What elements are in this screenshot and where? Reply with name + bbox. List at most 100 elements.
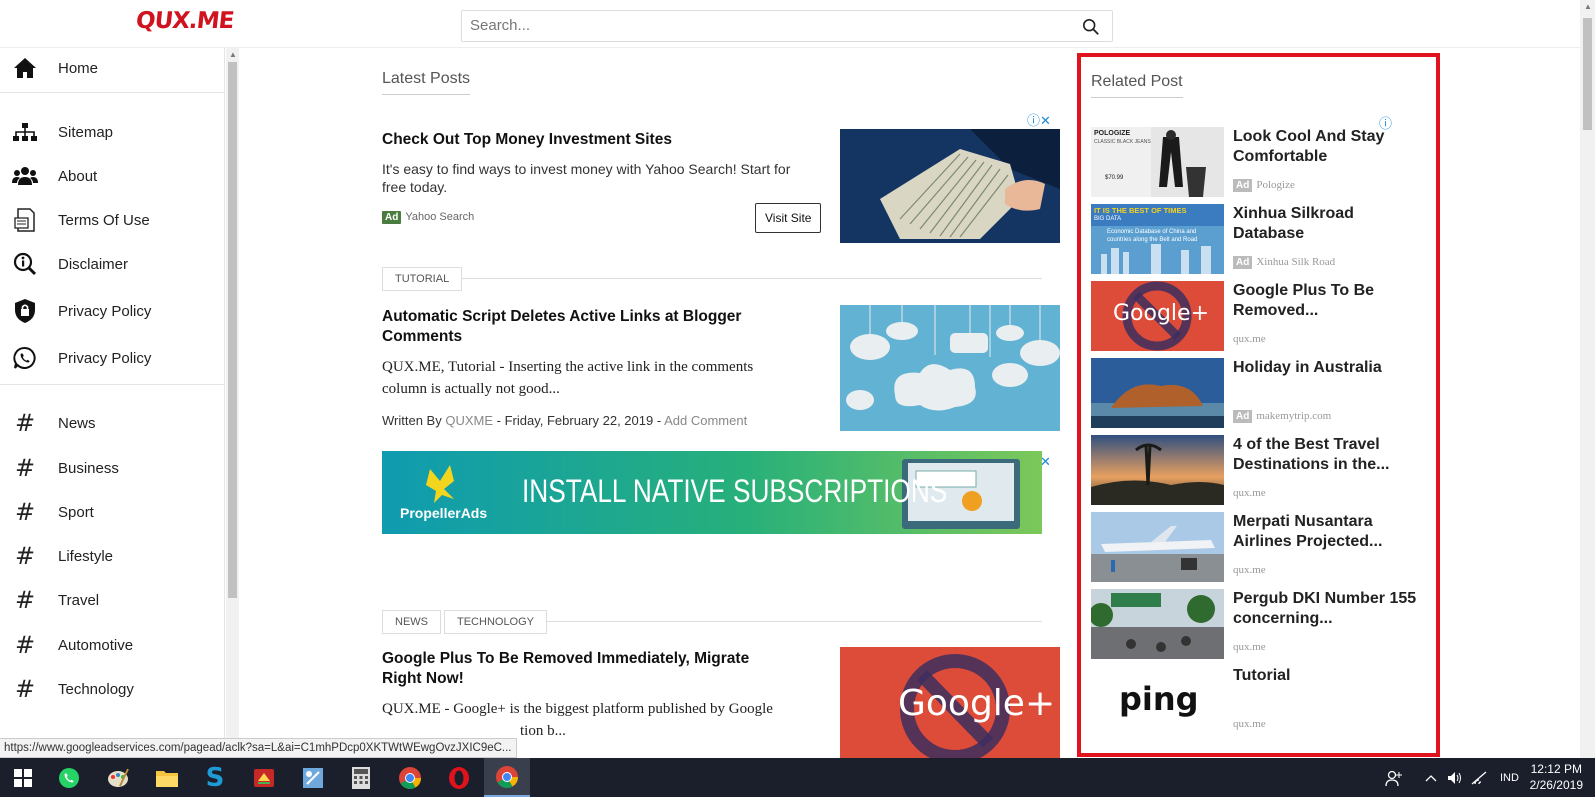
- search-icon[interactable]: [1082, 18, 1100, 36]
- related-thumbnail[interactable]: Google+: [1091, 281, 1224, 351]
- written-by-label: Written By: [382, 413, 442, 428]
- related-thumbnail[interactable]: [1091, 435, 1224, 505]
- sidebar-category-travel[interactable]: # Travel: [0, 580, 224, 620]
- related-item[interactable]: Merpati Nusantara Airlines Projected... …: [1091, 512, 1431, 582]
- sidebar-item-terms[interactable]: Terms Of Use: [0, 200, 224, 240]
- related-thumbnail[interactable]: POLOGIZE CLASSIC BLACK JEANS $70.99: [1091, 127, 1224, 197]
- sidebar-item-label: Terms Of Use: [58, 211, 150, 229]
- related-item[interactable]: IT IS THE BEST OF TIMES BIG DATA Economi…: [1091, 204, 1431, 274]
- whatsapp-app-icon[interactable]: [46, 758, 92, 797]
- page-scrollbar[interactable]: ▲: [1580, 0, 1595, 758]
- post-excerpt: QUX.ME, Tutorial - Inserting the active …: [382, 359, 754, 397]
- related-item[interactable]: 4 of the Best Travel Destinations in the…: [1091, 435, 1431, 505]
- sidebar-category-news[interactable]: # News: [0, 403, 224, 443]
- post-excerpt-continued: tion b...: [520, 723, 566, 739]
- related-thumbnail[interactable]: ping: [1091, 666, 1224, 736]
- sitemap-icon: [12, 119, 38, 145]
- hashtag-icon: #: [14, 409, 36, 437]
- related-item-title[interactable]: Pergub DKI Number 155 concerning...: [1233, 589, 1423, 629]
- post-date: Friday, February 22, 2019: [504, 413, 654, 428]
- ping-logo: ping: [1119, 680, 1199, 718]
- hashtag-icon: #: [14, 675, 36, 703]
- search-box[interactable]: [461, 10, 1113, 42]
- snipping-tool-icon[interactable]: [290, 758, 336, 797]
- system-clock[interactable]: 12:12 PM 2/26/2019: [1530, 761, 1583, 793]
- post-title[interactable]: Google Plus To Be Removed Immediately, M…: [382, 649, 782, 689]
- propellerads-banner[interactable]: PropellerAds INSTALL NATIVE SUBSCRIPTION…: [382, 451, 1042, 534]
- sidebar-scrollbar[interactable]: ▲: [226, 48, 239, 738]
- tag-tutorial[interactable]: TUTORIAL: [382, 267, 463, 291]
- sidebar-item-privacy[interactable]: Privacy Policy: [0, 291, 224, 331]
- sidebar-category-technology[interactable]: # Technology: [0, 669, 224, 709]
- sidebar-item-sitemap[interactable]: Sitemap: [0, 112, 224, 152]
- chrome-icon[interactable]: [387, 758, 433, 797]
- sidebar-category-lifestyle[interactable]: # Lifestyle: [0, 536, 224, 576]
- sidebar-category-sport[interactable]: # Sport: [0, 492, 224, 532]
- sidebar-item-privacy-whatsapp[interactable]: Privacy Policy: [0, 338, 224, 378]
- tray-chevron-up-icon[interactable]: [1425, 758, 1437, 797]
- related-item-title[interactable]: Look Cool And Stay Comfortable: [1233, 127, 1423, 167]
- s-app-icon[interactable]: S: [192, 758, 238, 797]
- scroll-up-icon[interactable]: ▲: [229, 50, 237, 59]
- sidebar-item-label: Privacy Policy: [58, 349, 152, 367]
- related-item-title[interactable]: Xinhua Silkroad Database: [1233, 204, 1423, 244]
- ad-title[interactable]: Check Out Top Money Investment Sites: [382, 130, 802, 150]
- slides-app-icon[interactable]: [241, 758, 287, 797]
- related-item[interactable]: Google+ Google Plus To Be Removed... qux…: [1091, 281, 1431, 351]
- sidebar-item-disclaimer[interactable]: Disclaimer: [0, 244, 224, 284]
- sidebar-item-about[interactable]: About: [0, 156, 224, 196]
- related-item[interactable]: Pergub DKI Number 155 concerning... qux.…: [1091, 589, 1431, 659]
- add-comment-link[interactable]: Add Comment: [664, 413, 747, 428]
- ad-badge: Ad: [1233, 410, 1253, 423]
- google-plus-logo-text: Google+: [1113, 301, 1210, 326]
- file-explorer-icon[interactable]: [144, 758, 190, 797]
- windows-start-icon[interactable]: [0, 758, 46, 797]
- google-plus-thumbnail[interactable]: Google+: [840, 647, 1060, 758]
- related-item[interactable]: ping Tutorial qux.me: [1091, 666, 1431, 736]
- divider: [532, 621, 1042, 622]
- scrollbar-thumb[interactable]: [1583, 18, 1592, 130]
- related-thumbnail[interactable]: [1091, 358, 1224, 428]
- scrollbar-thumb[interactable]: [228, 62, 237, 598]
- post-title[interactable]: Automatic Script Deletes Active Links at…: [382, 307, 782, 347]
- ad-info-close-icon[interactable]: ⓘ✕: [1027, 110, 1051, 129]
- related-item[interactable]: POLOGIZE CLASSIC BLACK JEANS $70.99 Look…: [1091, 127, 1431, 197]
- volume-icon[interactable]: [1447, 758, 1463, 797]
- wifi-icon[interactable]: [1471, 758, 1487, 797]
- sidebar-category-business[interactable]: # Business: [0, 448, 224, 488]
- site-logo[interactable]: QUX.ME: [135, 8, 235, 34]
- related-item-title[interactable]: Holiday in Australia: [1233, 358, 1423, 378]
- search-input[interactable]: [470, 17, 1050, 34]
- banner-brand: PropellerAds: [400, 505, 488, 521]
- author-link[interactable]: QUXME: [445, 413, 493, 428]
- sidebar-item-label: About: [58, 167, 98, 185]
- input-language[interactable]: IND: [1500, 758, 1519, 797]
- chrome-active-icon[interactable]: [484, 758, 530, 797]
- related-item[interactable]: Holiday in Australia Ad makemytrip.com: [1091, 358, 1431, 428]
- tag-news[interactable]: NEWS: [382, 610, 441, 634]
- people-icon[interactable]: [1385, 758, 1403, 797]
- meta-separator: -: [656, 413, 662, 428]
- related-thumbnail[interactable]: [1091, 512, 1224, 582]
- related-thumbnail[interactable]: IT IS THE BEST OF TIMES BIG DATA Economi…: [1091, 204, 1224, 274]
- related-item-source: qux.me: [1233, 333, 1266, 345]
- hashtag-icon: #: [14, 542, 36, 570]
- related-item-title[interactable]: Tutorial: [1233, 666, 1423, 686]
- sidebar-category-automotive[interactable]: # Automotive: [0, 625, 224, 665]
- related-item-source: Ad makemytrip.com: [1233, 410, 1331, 423]
- visit-site-button[interactable]: Visit Site: [755, 203, 822, 233]
- paint-app-icon[interactable]: [95, 758, 141, 797]
- shield-lock-icon: [12, 298, 38, 324]
- related-item-title[interactable]: Google Plus To Be Removed...: [1233, 281, 1423, 321]
- post-thumbnail-speech-bubbles[interactable]: [840, 305, 1060, 431]
- related-item-source: qux.me: [1233, 487, 1266, 499]
- related-thumbnail[interactable]: [1091, 589, 1224, 659]
- sidebar-item-home[interactable]: Home: [0, 48, 224, 88]
- opera-icon[interactable]: [436, 758, 482, 797]
- related-item-title[interactable]: Merpati Nusantara Airlines Projected...: [1233, 512, 1423, 552]
- calculator-icon[interactable]: [338, 758, 384, 797]
- tag-technology[interactable]: TECHNOLOGY: [444, 610, 548, 634]
- scroll-up-icon[interactable]: ▲: [1584, 2, 1592, 11]
- related-item-title[interactable]: 4 of the Best Travel Destinations in the…: [1233, 435, 1423, 475]
- money-ad-image[interactable]: [840, 129, 1060, 243]
